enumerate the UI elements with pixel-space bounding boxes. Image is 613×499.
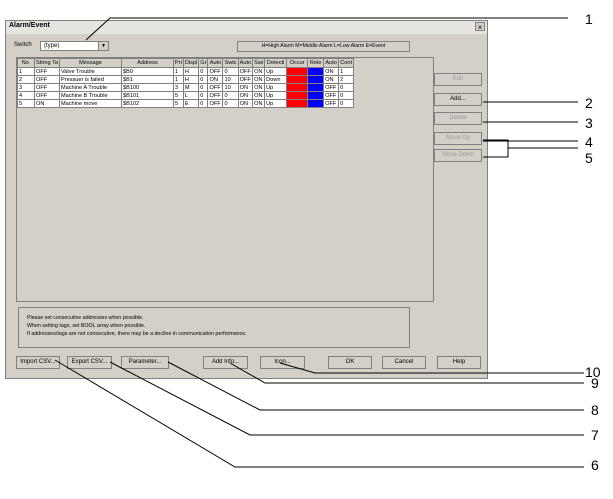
callout-1: 1: [585, 11, 593, 27]
callout-lines: [54, 17, 584, 468]
callout-7: 7: [591, 427, 599, 443]
callout-6: 6: [591, 457, 599, 473]
callout-5: 5: [585, 150, 593, 166]
callout-3: 3: [585, 115, 593, 131]
callout-4: 4: [585, 134, 593, 150]
callout-10: 10: [585, 364, 601, 380]
callout-8: 8: [591, 402, 599, 418]
callout-2: 2: [585, 95, 593, 111]
